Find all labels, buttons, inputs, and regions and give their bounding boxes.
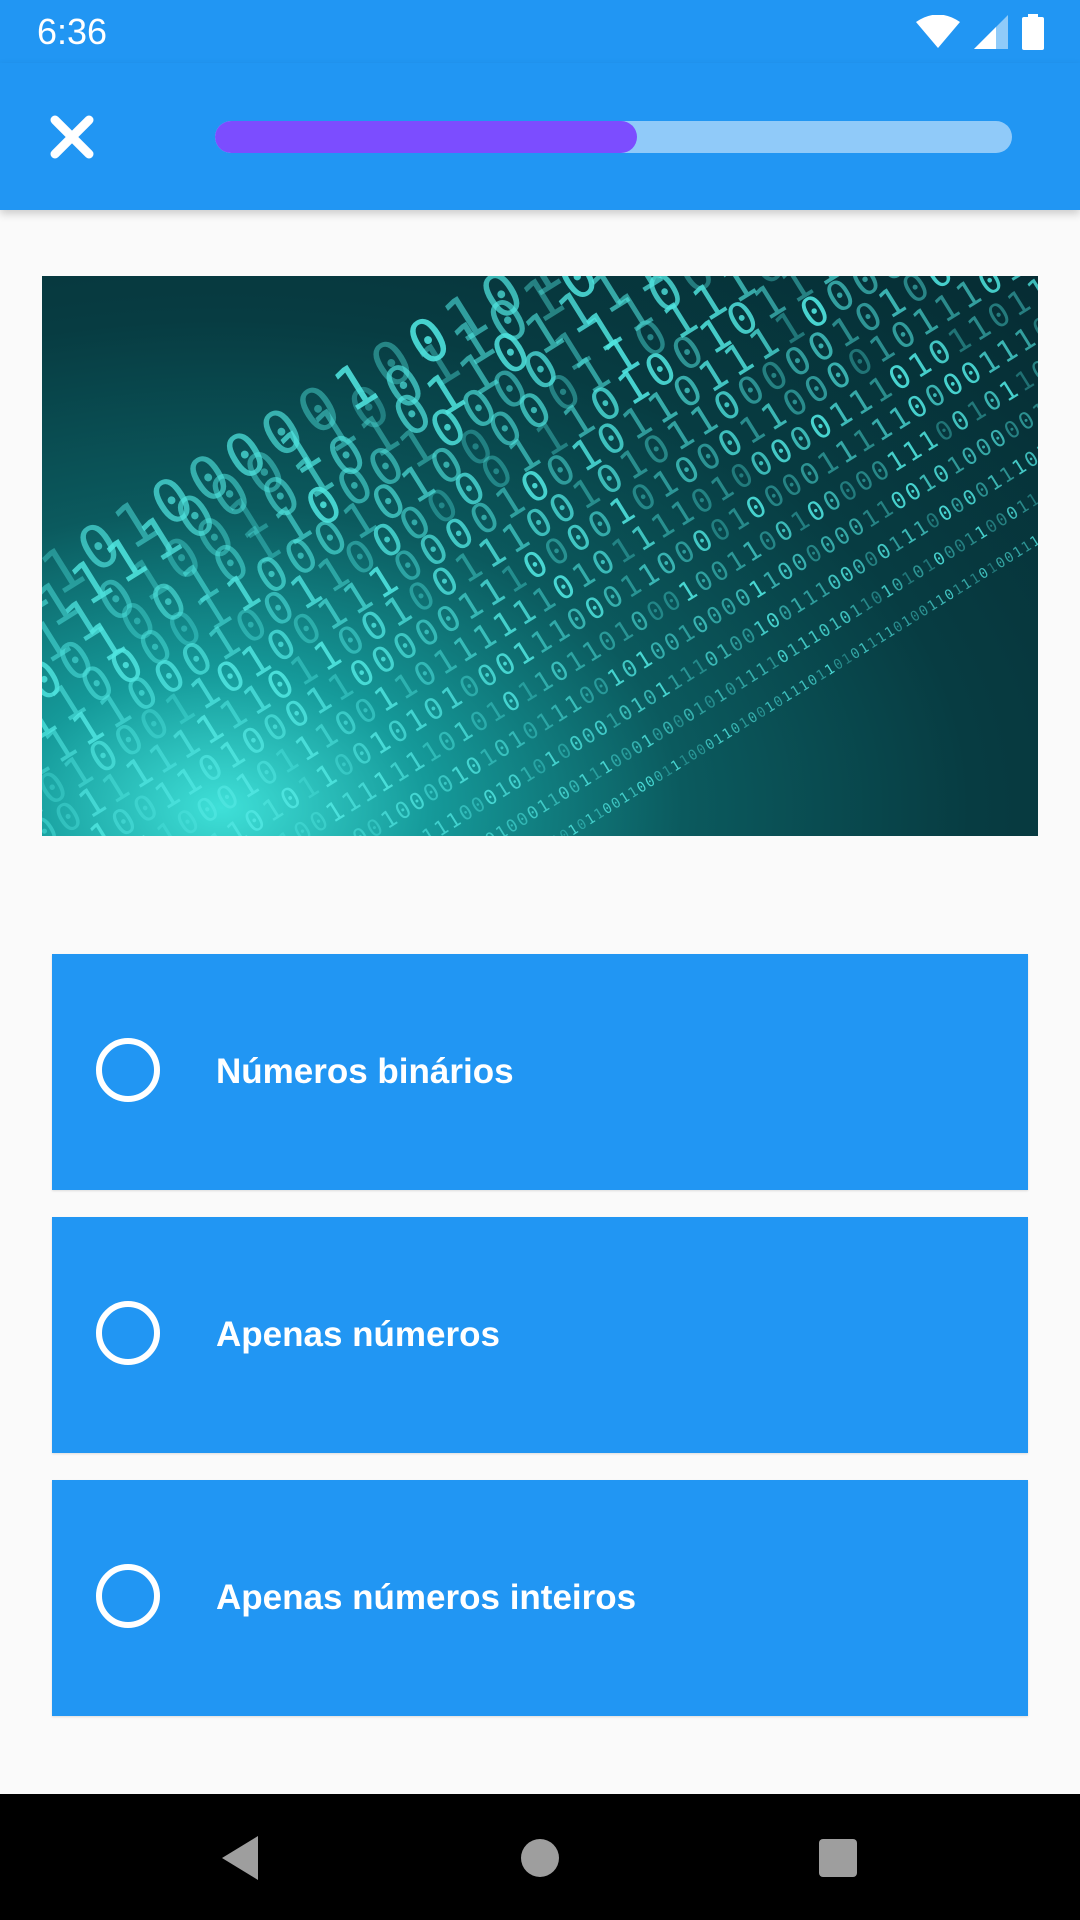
option-label: Apenas números inteiros xyxy=(216,1578,637,1617)
close-icon xyxy=(48,113,96,166)
radio-unchecked-icon xyxy=(96,1564,160,1628)
back-button[interactable] xyxy=(214,1830,270,1886)
option-apenas-numeros[interactable]: Apenas números xyxy=(52,1217,1028,1453)
option-label: Números binários xyxy=(216,1052,514,1091)
navigation-bar xyxy=(0,1794,1080,1920)
option-numeros-binarios[interactable]: Números binários xyxy=(52,954,1028,1190)
binary-digits-image: 1011010000010010100101100100010010001111… xyxy=(42,276,1038,836)
question-image: 1011010000010010100101100100010010001111… xyxy=(42,276,1038,836)
recents-button[interactable] xyxy=(810,1830,866,1886)
recents-icon xyxy=(810,1839,866,1890)
option-apenas-numeros-inteiros[interactable]: Apenas números inteiros xyxy=(52,1480,1028,1716)
app-bar xyxy=(0,63,1080,210)
answer-options: Números binários Apenas números Apenas n… xyxy=(52,954,1028,1743)
status-bar: 6:36 xyxy=(0,0,1080,63)
progress-fill xyxy=(215,121,637,153)
status-icons xyxy=(916,14,1044,55)
signal-icon xyxy=(974,15,1008,54)
home-button[interactable] xyxy=(512,1830,568,1886)
status-time: 6:36 xyxy=(37,11,108,52)
radio-unchecked-icon xyxy=(96,1038,160,1102)
close-button[interactable] xyxy=(40,107,104,171)
battery-icon xyxy=(1022,14,1044,55)
radio-unchecked-icon xyxy=(96,1301,160,1365)
progress-bar xyxy=(215,121,1012,153)
home-icon xyxy=(512,1839,568,1890)
back-icon xyxy=(214,1836,270,1890)
option-label: Apenas números xyxy=(216,1315,500,1354)
wifi-icon xyxy=(916,14,960,54)
